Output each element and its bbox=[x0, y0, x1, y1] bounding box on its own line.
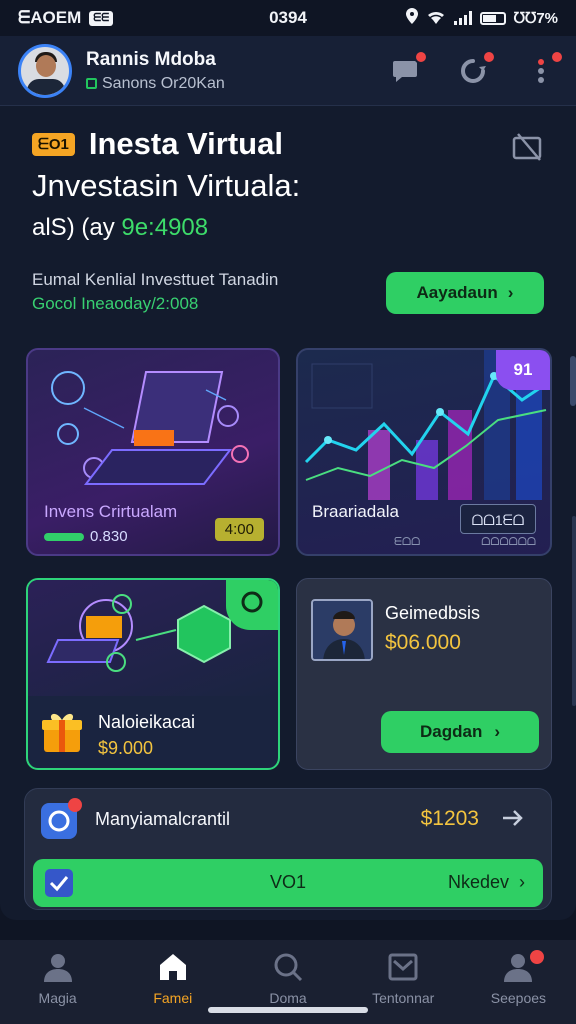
chat-button[interactable] bbox=[388, 49, 428, 88]
analytics-label: Braariadala bbox=[312, 502, 399, 521]
virtual-investment-label: Invens Crirtualam bbox=[44, 502, 178, 521]
promo-section: Eumal Kenlial Investtuet Tanadin Gocol I… bbox=[32, 270, 544, 314]
signal-icon bbox=[453, 11, 472, 25]
mentor-button-label: Dagdan bbox=[419, 722, 483, 741]
hero-balance: alS) (ay 9e:4908 bbox=[32, 214, 544, 242]
portfolio-bar-action[interactable]: Nkedev › bbox=[448, 872, 525, 893]
portfolio-action-bar[interactable]: VO1 Nkedev › bbox=[33, 859, 543, 907]
bonus-amount: $9.000 bbox=[98, 738, 154, 758]
analytics-sub-right: ᗝᗝᗝᗝᗝᗝ bbox=[481, 536, 536, 548]
person-icon bbox=[43, 954, 72, 982]
portfolio-badge bbox=[68, 798, 82, 812]
more-button[interactable] bbox=[524, 49, 564, 88]
progress-value: 0.830 bbox=[90, 528, 128, 545]
hero-balance-prefix: alS) (ay bbox=[32, 214, 115, 241]
tab-badge bbox=[530, 950, 545, 964]
analytics-badge: 91 bbox=[496, 350, 550, 390]
bonus-title: Naloieikacai bbox=[98, 712, 196, 732]
sim-badge: ᗴᗴ bbox=[89, 10, 114, 26]
carrier-group: ᗴAOEM ᗴᗴ bbox=[18, 8, 114, 28]
tab-label: Doma bbox=[269, 990, 307, 1006]
tab-magia[interactable]: Magia bbox=[0, 940, 115, 1024]
close-button[interactable] bbox=[512, 132, 544, 164]
more-badge bbox=[550, 49, 564, 64]
analytics-sub-left: ᗴᗝᗝ bbox=[394, 536, 421, 548]
chat-badge bbox=[414, 49, 428, 64]
mentor-button[interactable]: Dagdan › bbox=[381, 711, 539, 753]
home-icon bbox=[159, 954, 186, 980]
location-icon bbox=[405, 8, 418, 28]
bonus-card[interactable]: Naloieikacai $9.000 bbox=[26, 578, 280, 770]
scroll-indicator[interactable] bbox=[570, 356, 576, 406]
user-subtitle: Sanons Or20Kan bbox=[86, 75, 225, 93]
refresh-badge bbox=[482, 49, 496, 64]
home-indicator[interactable] bbox=[208, 1007, 368, 1013]
hero-balance-value: 9e:4908 bbox=[121, 214, 209, 241]
scroll-track bbox=[572, 516, 576, 706]
tab-label: Seepoes bbox=[490, 990, 547, 1006]
gift-icon bbox=[40, 710, 84, 754]
app-header: Rannis Mdoba Sanons Or20Kan bbox=[0, 36, 576, 106]
more-vertical-icon bbox=[538, 58, 544, 83]
header-actions bbox=[388, 49, 564, 88]
tab-label: Magia bbox=[38, 990, 77, 1006]
avatar[interactable] bbox=[18, 43, 72, 98]
hero-badge: ᗴO1 bbox=[32, 132, 75, 156]
battery-icon bbox=[479, 11, 506, 25]
tab-seepoes[interactable]: Seepoes bbox=[461, 940, 576, 1024]
status-dot-icon bbox=[86, 78, 97, 89]
main-content: ᗴO1 Inesta Virtual Jnvestasin Virtuala: … bbox=[0, 106, 576, 920]
virtual-investment-card[interactable]: Invens Crirtualam 0.830 4:00 bbox=[26, 348, 280, 556]
status-icons: ᘮᘮ7% bbox=[405, 8, 558, 28]
chevron-right-icon: › bbox=[507, 283, 514, 302]
tab-label: Famei bbox=[153, 990, 193, 1006]
laptop-illustration bbox=[51, 371, 249, 485]
mentor-title: Geimedbsis bbox=[385, 603, 481, 623]
percent-icon bbox=[241, 591, 263, 613]
promo-button-label: Aayadaun bbox=[416, 283, 498, 302]
chat-bubble-icon bbox=[393, 60, 417, 82]
carrier-label: ᗴAOEM bbox=[18, 8, 82, 27]
progress-bar bbox=[44, 532, 84, 541]
hero-title: Inesta Virtual bbox=[88, 126, 283, 161]
user-meta: Rannis Mdoba Sanons Or20Kan bbox=[86, 49, 225, 93]
chevron-right-icon: › bbox=[494, 722, 500, 741]
analytics-chip[interactable]: ᗝᗝ1ᗴᗝ bbox=[460, 504, 536, 534]
hero-subtitle: Jnvestasin Virtuala: bbox=[32, 168, 301, 203]
search-icon bbox=[274, 953, 303, 982]
promo-button[interactable]: Aayadaun › bbox=[386, 272, 544, 314]
mentor-amount: $06.000 bbox=[385, 631, 461, 654]
checkmark-icon bbox=[45, 869, 73, 897]
status-bar: ᗴAOEM ᗴᗴ 0394 ᘮᘮ7% bbox=[0, 0, 576, 36]
portfolio-card[interactable]: Manyiamalcrantil $1203 VO1 Nkedev › bbox=[24, 788, 552, 910]
portfolio-icon bbox=[41, 798, 82, 839]
mentor-photo bbox=[311, 599, 373, 661]
portfolio-bar-action-label: Nkedev bbox=[447, 872, 509, 892]
refresh-button[interactable] bbox=[456, 49, 496, 88]
wifi-icon bbox=[426, 9, 446, 28]
virtual-investment-progress: 0.830 bbox=[44, 528, 128, 545]
analytics-card[interactable]: 91 Braariadala ᗝᗝ1ᗴᗝ ᗴᗝᗝ ᗝᗝᗝᗝᗝᗝ bbox=[296, 348, 552, 556]
close-icon bbox=[512, 133, 542, 161]
user-subtitle-text: Sanons Or20Kan bbox=[102, 74, 225, 92]
mentor-card[interactable]: Geimedbsis $06.000 Dagdan › bbox=[296, 578, 552, 770]
arrow-right-icon[interactable] bbox=[501, 803, 525, 833]
bonus-badge bbox=[226, 580, 278, 630]
portfolio-amount: $1203 bbox=[420, 807, 479, 830]
hero-section: ᗴO1 Inesta Virtual Jnvestasin Virtuala: … bbox=[32, 126, 544, 242]
battery-label: ᘮᘮ7% bbox=[513, 9, 558, 27]
tab-label: Tentonnar bbox=[372, 990, 435, 1006]
portfolio-title: Manyiamalcrantil bbox=[95, 809, 231, 829]
user-name: Rannis Mdoba bbox=[86, 48, 216, 70]
virtual-investment-chip[interactable]: 4:00 bbox=[214, 518, 264, 541]
inbox-icon bbox=[388, 953, 418, 981]
chevron-right-icon: › bbox=[519, 872, 525, 892]
